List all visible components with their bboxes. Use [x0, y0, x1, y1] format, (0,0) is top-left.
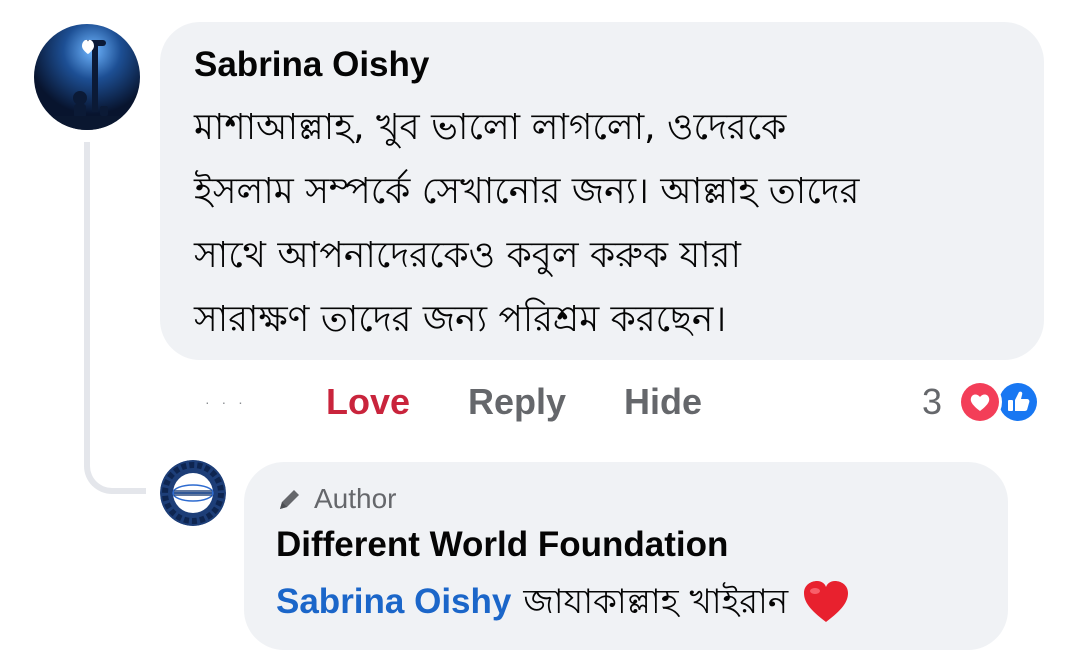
reaction-count: 3: [922, 381, 943, 422]
comment-actions: · · · Love Reply Hide 3: [0, 376, 1080, 428]
mention-link[interactable]: Sabrina Oishy: [276, 574, 511, 630]
comment-bubble: Sabrina Oishy মাশাআল্লাহ, খুব ভালো লাগলো…: [160, 22, 1044, 360]
reply-button[interactable]: Reply: [468, 376, 566, 428]
author-badge: Author: [276, 480, 976, 518]
love-reaction-icon: [958, 380, 1002, 424]
heart-emoji: [802, 580, 850, 624]
reply-author-name[interactable]: Different World Foundation: [276, 522, 976, 568]
reply-text: Sabrina Oishy জাযাকাল্লাহ খাইরান: [276, 574, 976, 630]
like-reaction-icon: [996, 380, 1040, 424]
pencil-icon: [280, 490, 299, 509]
reply-bubble: Author Different World Foundation Sabrin…: [244, 462, 1008, 650]
comment-author-name[interactable]: Sabrina Oishy: [194, 44, 1010, 86]
globe-logo-icon: [160, 460, 226, 526]
avatar-night-lamp-icon: [34, 24, 140, 130]
commenter-avatar[interactable]: [34, 24, 140, 130]
comment-timestamp[interactable]: · · ·: [205, 376, 247, 428]
reply-message: জাযাকাল্লাহ খাইরান: [523, 582, 789, 622]
page-avatar[interactable]: [160, 460, 226, 526]
thread-connector-line: [84, 142, 146, 494]
hide-button[interactable]: Hide: [624, 376, 702, 428]
love-button[interactable]: Love: [326, 376, 410, 428]
author-badge-label: Author: [314, 483, 397, 514]
reaction-summary[interactable]: 3: [922, 376, 1052, 428]
comment-text: মাশাআল্লাহ, খুব ভালো লাগলো, ওদেরকে ইসলাম…: [194, 107, 860, 340]
